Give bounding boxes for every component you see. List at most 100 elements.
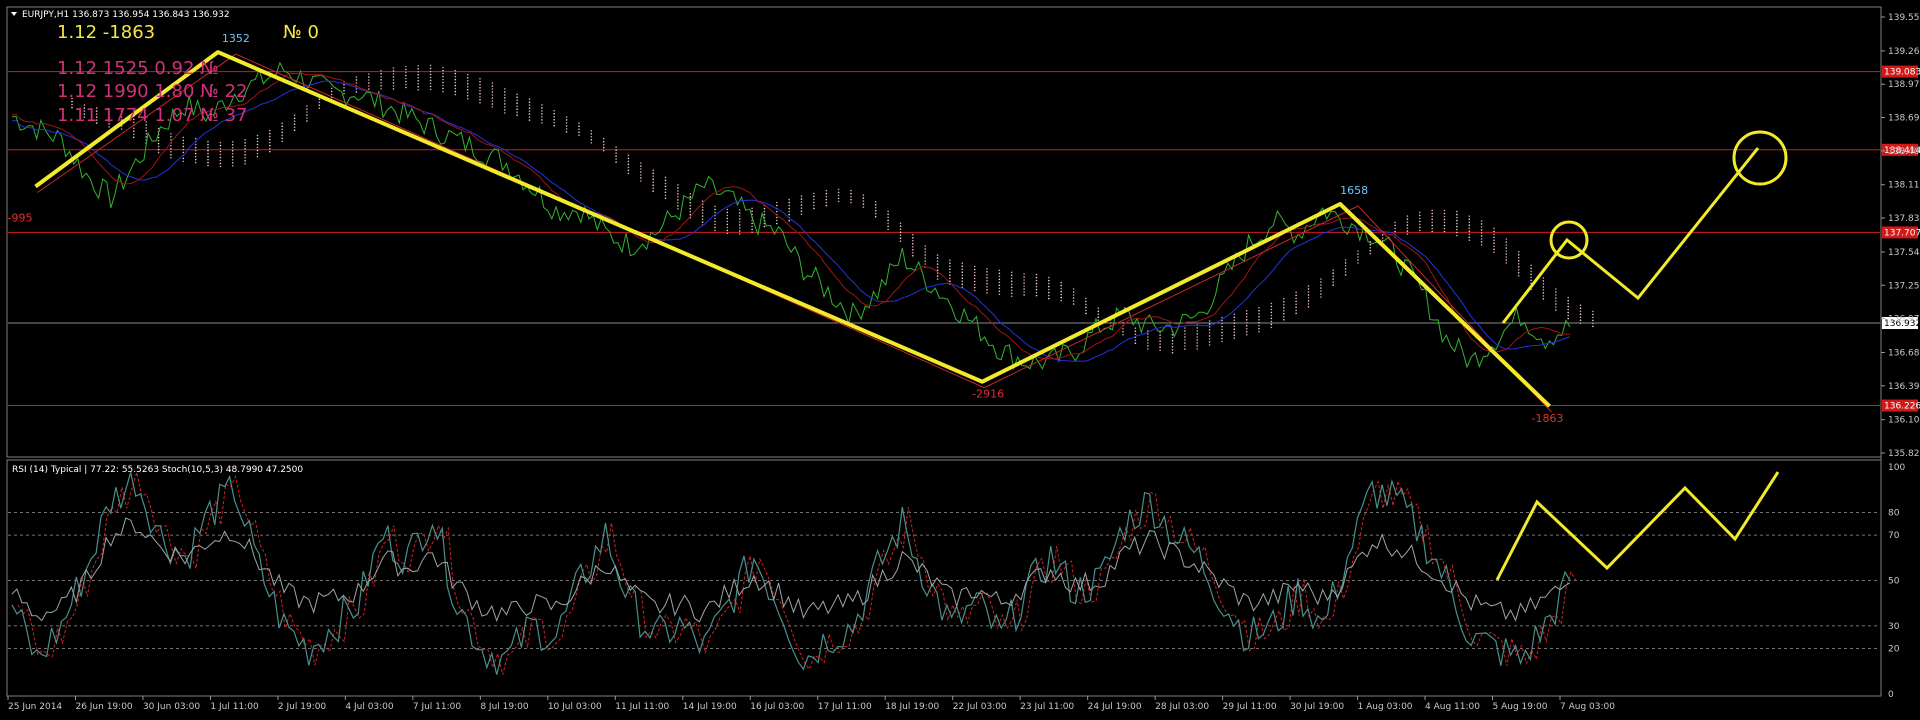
cloud-dot xyxy=(392,82,395,84)
cloud-dot xyxy=(182,142,185,145)
time-tick-label: 29 Jul 11:00 xyxy=(1223,702,1277,712)
cloud-dot xyxy=(1196,348,1198,350)
cloud-dot xyxy=(1283,319,1285,321)
cloud-dot xyxy=(1369,252,1372,255)
cloud-dot xyxy=(1419,217,1421,220)
cloud-dot xyxy=(1010,286,1013,289)
cloud-dot xyxy=(998,287,1001,290)
cloud-dot xyxy=(1579,319,1582,322)
cloud-dot xyxy=(627,166,630,169)
cloud-dot xyxy=(1097,316,1100,319)
cloud-dot xyxy=(1468,221,1471,223)
cloud-dot xyxy=(1171,349,1174,351)
cloud-dot xyxy=(133,130,135,133)
cloud-dot xyxy=(1419,214,1421,217)
cloud-dot xyxy=(936,254,939,256)
cloud-dot xyxy=(1097,319,1100,322)
cloud-dot xyxy=(170,133,172,135)
cloud-dot xyxy=(1048,279,1050,282)
cloud-dot xyxy=(1579,322,1582,325)
cloud-dot xyxy=(479,96,481,98)
cloud-dot xyxy=(207,146,209,149)
cloud-dot xyxy=(1307,300,1310,302)
cloud-dot xyxy=(899,240,902,242)
cloud-dot xyxy=(949,262,951,265)
cloud-dot xyxy=(640,162,642,164)
cloud-dot xyxy=(998,269,1001,272)
cloud-dot xyxy=(1245,331,1248,333)
cloud-dot xyxy=(1295,312,1297,315)
cloud-dot xyxy=(429,76,432,79)
cloud-dot xyxy=(1592,316,1594,319)
cloud-dot xyxy=(1456,222,1458,225)
cloud-dot xyxy=(1344,265,1347,267)
cloud-dot xyxy=(231,147,234,149)
cloud-dot xyxy=(862,203,865,205)
cloud-dot xyxy=(219,159,222,162)
cloud-dot xyxy=(1208,341,1211,343)
cloud-dot xyxy=(1196,330,1198,332)
cloud-dot xyxy=(528,107,531,109)
cloud-dot xyxy=(1295,300,1297,303)
price-tick-label: 137.830 xyxy=(1888,214,1920,224)
cloud-dot xyxy=(1023,273,1025,275)
cloud-dot xyxy=(1592,310,1594,313)
cloud-dot xyxy=(726,232,729,235)
cloud-dot xyxy=(825,204,828,207)
cloud-dot xyxy=(1184,330,1186,332)
cloud-dot xyxy=(615,146,617,148)
price-tick-label: 137.255 xyxy=(1888,281,1920,291)
cloud-dot xyxy=(170,145,172,147)
cloud-dot xyxy=(701,215,704,217)
cloud-dot xyxy=(973,280,976,283)
cloud-dot xyxy=(269,150,271,153)
time-tick-label: 11 Jul 11:00 xyxy=(615,702,669,712)
cloud-dot xyxy=(578,125,580,127)
cloud-dot xyxy=(1270,317,1273,320)
cloud-dot xyxy=(1431,218,1433,221)
cloud-dot xyxy=(924,260,926,262)
cloud-dot xyxy=(1023,294,1025,296)
cloud-dot xyxy=(738,209,741,211)
price-tick-label: 138.405 xyxy=(1888,147,1920,157)
cloud-dot xyxy=(1134,339,1137,342)
cloud-dot xyxy=(1555,288,1557,290)
cloud-dot xyxy=(1171,352,1174,354)
cloud-dot xyxy=(442,69,444,72)
cloud-dot xyxy=(1493,236,1495,239)
cloud-dot xyxy=(1221,331,1223,334)
price-tick-label: 136.105 xyxy=(1888,416,1920,426)
cloud-dot xyxy=(170,157,172,159)
cloud-dot xyxy=(442,66,444,69)
cloud-dot xyxy=(269,147,271,150)
cloud-dot xyxy=(417,80,420,82)
cloud-dot xyxy=(973,265,976,268)
cloud-dot xyxy=(1394,227,1396,230)
cloud-dot xyxy=(874,215,877,218)
cloud-dot xyxy=(405,74,407,77)
cloud-dot xyxy=(1245,313,1248,315)
cloud-dot xyxy=(1283,304,1285,306)
cloud-dot xyxy=(1208,332,1211,334)
cloud-dot xyxy=(689,207,692,210)
window-menu-icon[interactable] xyxy=(11,12,17,16)
cloud-dot xyxy=(269,144,271,147)
level-label: 136.226 xyxy=(1884,402,1920,412)
cloud-dot xyxy=(454,90,457,93)
price-tick-label: 138.115 xyxy=(1888,181,1920,191)
cloud-dot xyxy=(1468,218,1471,220)
cloud-dot xyxy=(157,142,160,145)
cloud-dot xyxy=(417,74,420,76)
cloud-dot xyxy=(1542,289,1545,291)
cloud-dot xyxy=(751,231,753,234)
cloud-dot xyxy=(553,124,555,127)
cloud-dot xyxy=(244,160,246,162)
cloud-dot xyxy=(1493,245,1495,248)
cloud-dot xyxy=(998,290,1001,293)
time-tick-label: 7 Aug 03:00 xyxy=(1560,702,1615,712)
cloud-dot xyxy=(405,68,407,71)
cloud-dot xyxy=(1147,336,1149,338)
cloud-dot xyxy=(1072,303,1075,305)
cloud-dot xyxy=(887,219,889,222)
cloud-dot xyxy=(1567,317,1569,320)
